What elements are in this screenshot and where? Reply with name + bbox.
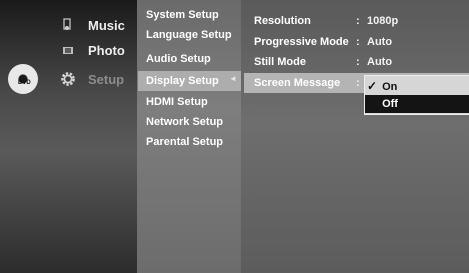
submenu-item-system-setup[interactable]: System Setup	[146, 6, 219, 24]
disc-label: DVD	[18, 80, 31, 86]
submenu-item-hdmi-setup[interactable]: HDMI Setup	[146, 93, 208, 111]
left-arrow-icon: ◄	[229, 74, 237, 83]
setting-label-progressive-mode[interactable]: Progressive Mode	[254, 33, 349, 51]
setting-colon: :	[356, 77, 360, 89]
main-menu-label: Setup	[88, 71, 125, 87]
setting-label-still-mode[interactable]: Still Mode	[254, 53, 306, 71]
option-on[interactable]: ✓ On	[365, 77, 469, 95]
disc-icon	[8, 64, 38, 94]
setting-value-still-mode[interactable]: Auto	[367, 53, 392, 71]
photo-icon	[60, 45, 76, 55]
submenu-item-audio-setup[interactable]: Audio Setup	[146, 50, 211, 68]
setting-colon: :	[356, 15, 360, 27]
checkmark-icon: ✓	[366, 79, 378, 93]
music-note-icon	[60, 18, 76, 32]
submenu-item-network-setup[interactable]: Network Setup	[146, 113, 223, 131]
submenu-item-language-setup[interactable]: Language Setup	[146, 26, 232, 44]
setting-colon: :	[356, 36, 360, 48]
main-menu-label: Music	[88, 17, 125, 33]
option-off[interactable]: Off	[365, 95, 469, 113]
submenu-item-parental-setup[interactable]: Parental Setup	[146, 133, 223, 151]
main-menu-item-setup[interactable]: Setup	[60, 68, 124, 90]
setup-screen: DVD Music Photo Setup System Setup Langu…	[0, 0, 469, 273]
setting-label-screen-message[interactable]: Screen Message	[254, 74, 340, 92]
main-menu-item-music[interactable]: Music	[60, 14, 125, 36]
main-menu-item-photo[interactable]: Photo	[60, 39, 125, 61]
setting-label-resolution[interactable]: Resolution	[254, 12, 311, 30]
main-menu-label: Photo	[88, 42, 125, 58]
gear-icon	[60, 69, 76, 89]
option-label: Off	[382, 98, 398, 110]
setting-colon: :	[356, 56, 360, 68]
screen-message-options-popup: ✓ On Off	[364, 75, 469, 115]
option-label: On	[382, 81, 398, 93]
setting-value-resolution[interactable]: 1080p	[367, 12, 398, 30]
submenu-item-display-setup[interactable]: Display Setup	[146, 72, 219, 90]
setting-value-progressive-mode[interactable]: Auto	[367, 33, 392, 51]
